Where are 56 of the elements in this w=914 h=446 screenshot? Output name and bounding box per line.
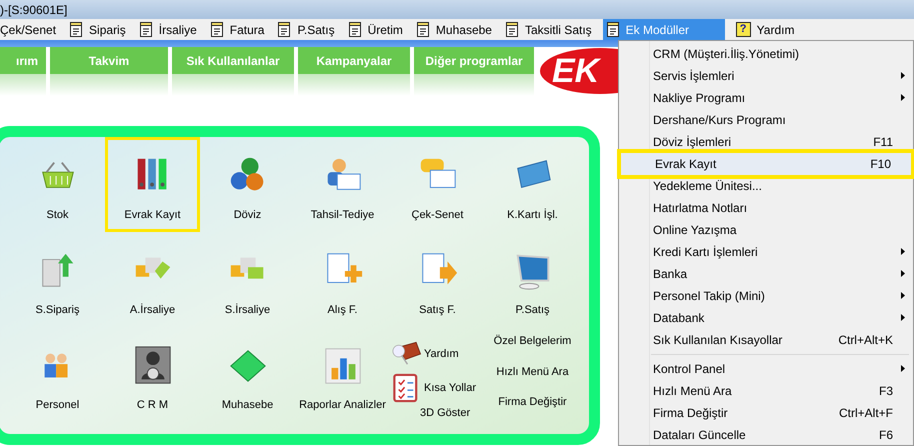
menu-item[interactable]: Üretim: [346, 19, 405, 40]
menu-item[interactable]: Sipariş: [67, 19, 128, 40]
shortcut-tile[interactable]: Raporlar Analizler: [295, 327, 390, 422]
shortcut-tile[interactable]: Tahsil-Tediye: [295, 137, 390, 232]
shortcut-link[interactable]: Hızlı Menü Ara: [496, 364, 569, 380]
menu-item[interactable]: Muhasebe: [414, 19, 494, 40]
shortcut-tile[interactable]: Alış F.: [295, 232, 390, 327]
menu-option[interactable]: Personel Takip (Mini): [619, 285, 913, 307]
menu-option[interactable]: Sık Kullanılan Kısayollar Ctrl+Alt+K: [619, 329, 913, 351]
menu-item[interactable]: Taksitli Satış: [502, 19, 594, 40]
menu-option[interactable]: Firma Değiştir Ctrl+Alt+F: [619, 402, 913, 424]
menu-item[interactable]: P.Satış: [275, 19, 337, 40]
menu-option[interactable]: Banka: [619, 263, 913, 285]
menu-option[interactable]: Döviz İşlemleri F11: [619, 131, 913, 153]
shortcut-tile[interactable]: A.İrsaliye: [105, 232, 200, 327]
shortcut-tile[interactable]: S.İrsaliye: [200, 232, 295, 327]
help-icon: ?: [736, 22, 751, 37]
menu-option[interactable]: Online Yazışma: [619, 219, 913, 241]
notepad-icon: [606, 22, 620, 37]
shortcut-link[interactable]: Özel Belgelerim: [494, 333, 572, 350]
notepad-icon: [277, 22, 292, 37]
menu-option[interactable]: Hızlı Menü Ara F3: [619, 380, 913, 402]
shortcut-tile[interactable]: K.Kartı İşl.: [485, 137, 580, 232]
menu-option[interactable]: Evrak Kayıt F10: [621, 153, 911, 175]
shortcut-tile[interactable]: Çek-Senet: [390, 137, 485, 232]
notepad-icon: [504, 22, 519, 37]
notepad-icon: [69, 22, 84, 37]
menu-item[interactable]: ? Yardım: [734, 19, 796, 40]
menu-option[interactable]: Yedekleme Ünitesi...: [619, 175, 913, 197]
menu-item[interactable]: Çek/Senet: [0, 19, 58, 40]
menu-option[interactable]: Dataları Güncelle F6: [619, 424, 913, 446]
shortcut-tile[interactable]: Stok: [10, 137, 105, 232]
notepad-icon: [210, 22, 224, 37]
menu-option[interactable]: Kontrol Panel: [619, 358, 913, 380]
menu-item[interactable]: İrsaliye: [136, 19, 199, 40]
shortcut-tile[interactable]: P.Satış: [485, 232, 580, 327]
menu-option[interactable]: Databank: [619, 307, 913, 329]
shortcut-link[interactable]: Firma Değiştir: [498, 394, 567, 410]
shortcut-tile[interactable]: S.Sipariş: [10, 232, 105, 327]
shortcut-tile[interactable]: Muhasebe: [200, 327, 295, 422]
menu-option[interactable]: Kredi Kartı İşlemleri: [619, 241, 913, 263]
menu-item[interactable]: Fatura: [208, 19, 266, 40]
shortcut-link[interactable]: 3D Göster: [390, 405, 470, 422]
notepad-icon: [348, 22, 362, 37]
shortcut-link[interactable]: Kısa Yollar: [390, 371, 476, 405]
menu-option[interactable]: Dershane/Kurs Programı: [619, 109, 913, 131]
shortcut-tile[interactable]: Satış F.: [390, 232, 485, 327]
shortcut-tile[interactable]: C R M: [105, 327, 200, 422]
notepad-icon: [416, 22, 430, 37]
shortcut-link[interactable]: Yardım: [390, 337, 459, 371]
window-title: )-[S:90601E]: [0, 2, 68, 18]
shortcut-tile[interactable]: Döviz: [200, 137, 295, 232]
menu-option[interactable]: Hatırlatma Notları: [619, 197, 913, 219]
notepad-icon: [138, 22, 153, 37]
shortcut-tile[interactable]: Personel: [10, 327, 105, 422]
shortcut-tile[interactable]: Evrak Kayıt: [105, 137, 200, 232]
